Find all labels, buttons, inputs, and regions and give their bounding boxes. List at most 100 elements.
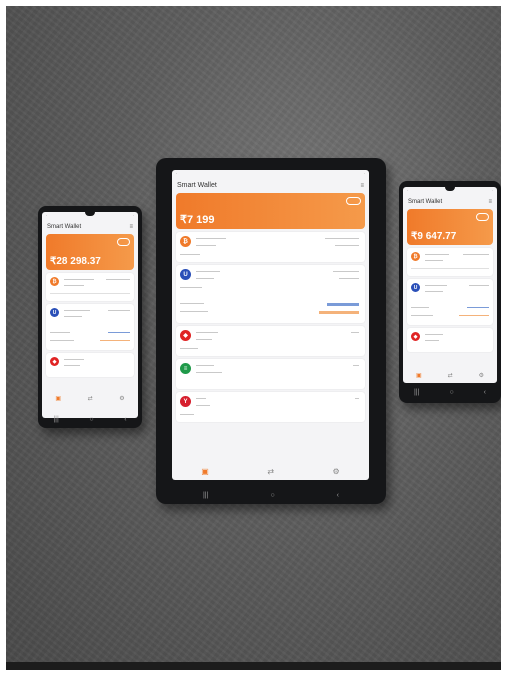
left-recents-icon[interactable]: ||| (53, 416, 58, 423)
left-back-icon[interactable]: ‹ (124, 416, 126, 423)
left-tab-settings-icon[interactable]: ⚙ (119, 395, 124, 402)
right-recents-icon[interactable]: ||| (414, 389, 419, 396)
right-tab-settings-icon[interactable]: ⚙ (479, 372, 484, 379)
tablet-row-line (180, 348, 198, 349)
right-menu-icon[interactable]: ≡ (488, 199, 492, 205)
tablet-row-line (180, 287, 202, 288)
tablet-row-line (196, 278, 214, 279)
right-coin-icon: ₿ (411, 252, 420, 261)
left-row-line (108, 310, 130, 311)
tablet-home-icon[interactable]: ○ (270, 492, 274, 499)
tablet-row-line (319, 311, 359, 314)
tablet-asset-row[interactable]: Y (176, 392, 365, 422)
left-app-bar: Smart Wallet ≡ (42, 222, 138, 232)
left-coin-icon: U (50, 308, 59, 317)
tablet-balance: ₹7 199 (180, 213, 215, 226)
left-row-line (50, 332, 70, 333)
tablet-menu-icon[interactable]: ≡ (360, 183, 364, 189)
right-row-line (425, 285, 447, 286)
tablet-row-line (335, 245, 359, 246)
tablet-tab-swap-icon[interactable]: ⇄ (267, 467, 274, 476)
tablet-row-line (196, 238, 226, 239)
right-back-icon[interactable]: ‹ (484, 389, 486, 396)
tablet-row-line (196, 271, 220, 272)
tablet-app-title: Smart Wallet (177, 182, 217, 189)
tablet-asset-row[interactable]: U (176, 265, 365, 323)
tablet-row-line (339, 278, 359, 279)
tablet-banner-button[interactable] (346, 197, 361, 205)
left-coin-icon: ₿ (50, 277, 59, 286)
left-row-line (50, 293, 130, 294)
left-row-line (100, 340, 130, 341)
right-balance-banner: ₹9 647.77 (407, 209, 493, 245)
tablet-asset-row[interactable]: ◆ (176, 326, 365, 356)
tablet-row-line (325, 238, 359, 239)
right-nav-bar: ||| ○ ‹ (399, 385, 501, 399)
tablet-balance-banner: ₹7 199 (176, 193, 365, 229)
left-app-title: Smart Wallet (47, 224, 81, 230)
right-home-icon[interactable]: ○ (449, 389, 453, 396)
right-banner-button[interactable] (476, 213, 489, 221)
left-balance-banner: ₹28 298.37 (46, 234, 134, 270)
tablet-coin-icon: U (180, 269, 191, 280)
right-row-line (411, 307, 429, 308)
left-asset-row[interactable]: ₿ (46, 273, 134, 301)
left-row-line (50, 340, 74, 341)
right-row-line (467, 307, 489, 308)
tablet-row-line (196, 339, 212, 340)
left-asset-row[interactable]: U (46, 304, 134, 350)
tablet-tab-settings-icon[interactable]: ⚙ (333, 467, 340, 476)
tablet-recents-icon[interactable]: ||| (203, 492, 208, 499)
right-row-line (425, 260, 443, 261)
left-row-line (64, 279, 94, 280)
left-asset-row[interactable]: ◆ (46, 353, 134, 377)
tablet-asset-row[interactable]: ≡ (176, 359, 365, 389)
left-phone: ·· Smart Wallet ≡ ₹28 298.37 ₿ U (38, 206, 142, 428)
tablet-row-line (333, 271, 359, 272)
tablet: ·· Smart Wallet ≡ ₹7 199 ₿ U (156, 158, 386, 504)
left-banner-button[interactable] (117, 238, 130, 246)
tablet-back-icon[interactable]: ‹ (337, 492, 339, 499)
left-row-line (108, 332, 130, 333)
tablet-row-line (196, 372, 222, 373)
tablet-coin-icon: Y (180, 396, 191, 407)
tablet-row-line (196, 398, 206, 399)
tablet-coin-icon: ◆ (180, 330, 191, 341)
right-tab-wallet-icon[interactable]: ▣ (416, 372, 422, 379)
left-home-icon[interactable]: ○ (89, 416, 93, 423)
right-coin-icon: ◆ (411, 332, 420, 341)
table-edge (6, 662, 501, 670)
right-asset-row[interactable]: U (407, 279, 493, 325)
left-bottom-tabs: ▣ ⇄ ⚙ (42, 395, 138, 402)
tablet-row-line (196, 405, 210, 406)
left-balance: ₹28 298.37 (50, 256, 101, 267)
left-coin-icon: ◆ (50, 357, 59, 366)
right-row-line (425, 334, 443, 335)
tablet-tab-wallet-icon[interactable]: ▣ (201, 467, 209, 476)
right-row-line (463, 254, 489, 255)
left-phone-screen: ·· Smart Wallet ≡ ₹28 298.37 ₿ U (42, 212, 138, 418)
tablet-app-bar: Smart Wallet ≡ (172, 180, 369, 191)
right-asset-row[interactable]: ◆ (407, 328, 493, 352)
tablet-row-line (196, 332, 218, 333)
right-balance: ₹9 647.77 (411, 231, 456, 242)
left-row-line (64, 365, 80, 366)
left-row-line (64, 285, 84, 286)
tablet-asset-row[interactable]: ₿ (176, 232, 365, 262)
right-tab-swap-icon[interactable]: ⇄ (448, 372, 453, 379)
left-row-line (64, 316, 82, 317)
tablet-row-line (180, 414, 194, 415)
right-asset-row[interactable]: ₿ (407, 248, 493, 276)
tablet-row-line (180, 254, 200, 255)
tablet-row-line (353, 365, 359, 366)
left-row-line (64, 359, 84, 360)
left-tab-swap-icon[interactable]: ⇄ (88, 395, 93, 402)
tablet-coin-icon: ₿ (180, 236, 191, 247)
photo: ·· Smart Wallet ≡ ₹28 298.37 ₿ U (6, 6, 501, 670)
left-tab-wallet-icon[interactable]: ▣ (55, 395, 61, 402)
left-menu-icon[interactable]: ≡ (129, 224, 133, 230)
right-row-line (425, 254, 449, 255)
tablet-screen: ·· Smart Wallet ≡ ₹7 199 ₿ U (172, 170, 369, 480)
tablet-row-line (180, 311, 208, 312)
tablet-bottom-tabs: ▣ ⇄ ⚙ (172, 467, 369, 476)
